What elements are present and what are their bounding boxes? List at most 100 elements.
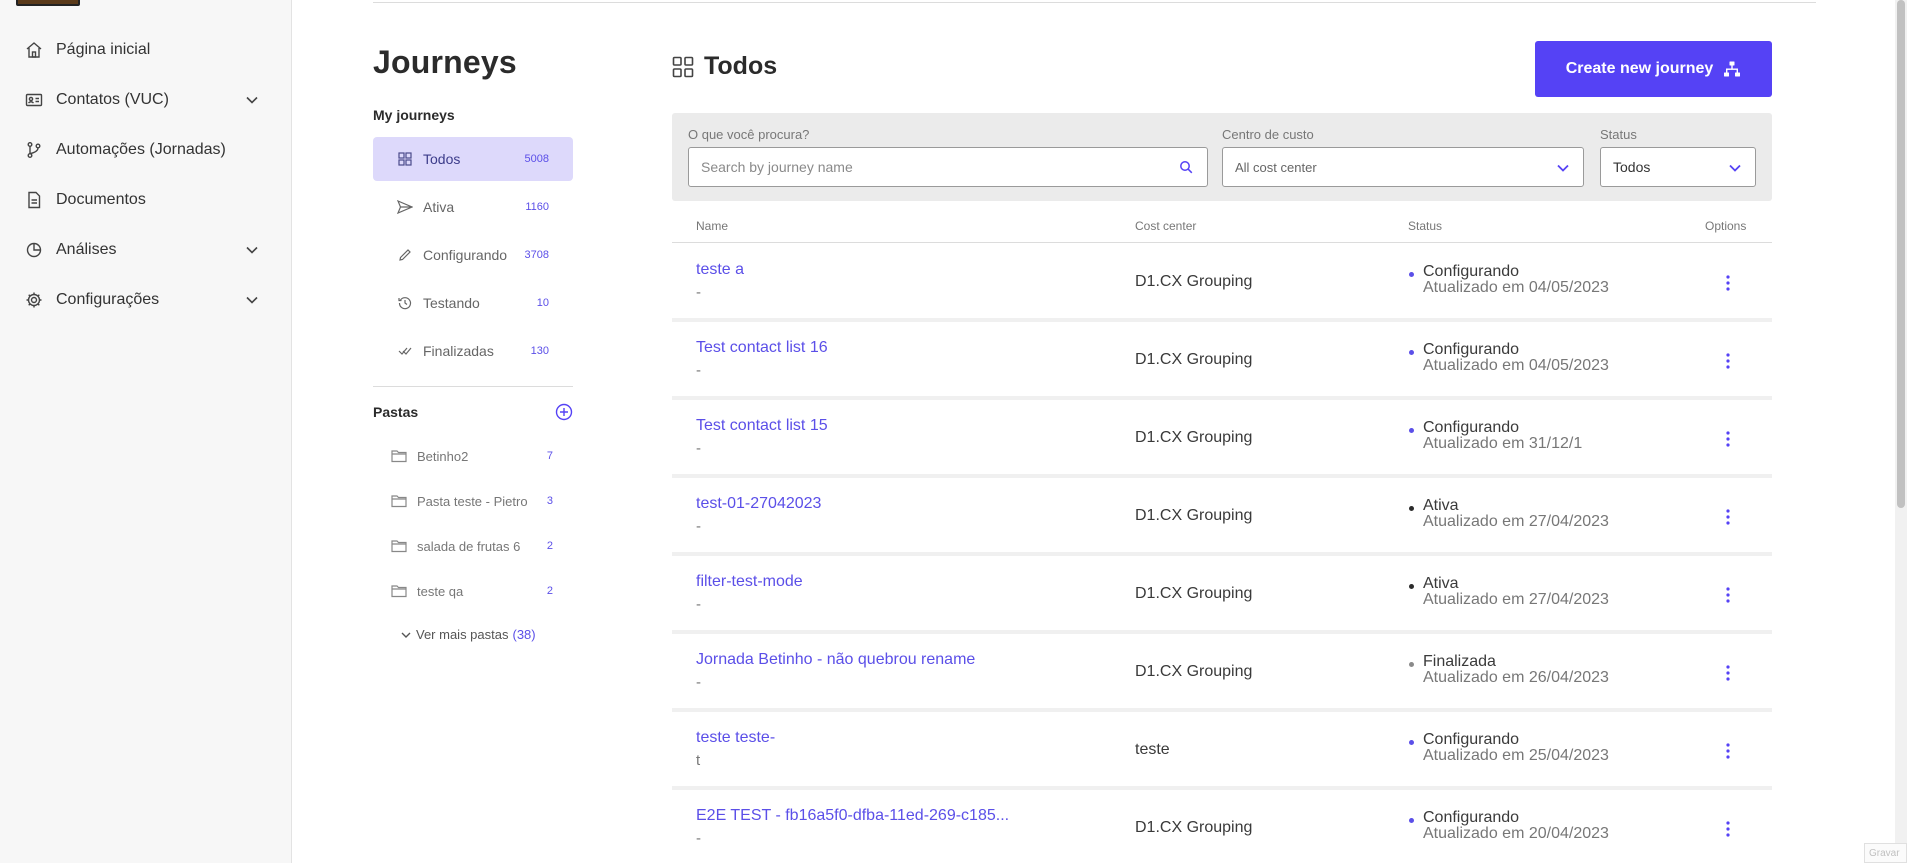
more-options-icon[interactable] <box>1716 269 1740 297</box>
table-row[interactable]: Jornada Betinho - não quebrou rename - D1.… <box>672 634 1772 712</box>
journey-filter-ativa[interactable]: Ativa 1160 <box>373 185 573 229</box>
journey-name-link[interactable]: teste teste- <box>696 729 775 747</box>
journey-filter-count: 5008 <box>524 153 549 165</box>
journey-name-link[interactable]: test-01-27042023 <box>696 495 821 513</box>
sidebar-item-documents[interactable]: Documentos <box>0 180 292 220</box>
column-header-status[interactable]: Status <box>1408 219 1442 233</box>
pie-chart-icon <box>24 240 44 260</box>
journey-name-link[interactable]: E2E TEST - fb16a5f0-dfba-11ed-269-c185..… <box>696 807 1009 825</box>
more-options-icon[interactable] <box>1716 815 1740 843</box>
folder-item[interactable]: Pasta teste - Pietro 3 <box>373 481 573 521</box>
journey-subtitle: t <box>696 752 701 769</box>
sidebar-item-settings[interactable]: Configurações <box>0 280 292 320</box>
create-journey-button[interactable]: Create new journey <box>1535 41 1772 97</box>
record-tag[interactable]: Gravar <box>1864 843 1907 863</box>
document-icon <box>24 190 44 210</box>
sidebar-item-contacts[interactable]: Contatos (VUC) <box>0 80 292 120</box>
see-more-count: (38) <box>512 627 536 642</box>
journey-filter-label: Testando <box>423 295 480 311</box>
create-journey-label: Create new journey <box>1565 60 1714 77</box>
cost-center-label: Centro de custo <box>1222 127 1314 142</box>
brand-logo[interactable] <box>16 0 80 6</box>
journey-name-link[interactable]: teste a <box>696 261 744 279</box>
page-title: Journeys <box>373 44 517 80</box>
sidebar-item-label: Configurações <box>56 291 160 308</box>
journey-cost-center: D1.CX Grouping <box>1135 819 1253 836</box>
journey-filter-todos[interactable]: Todos 5008 <box>373 137 573 181</box>
grid-icon <box>397 151 413 167</box>
table-row[interactable]: teste a - D1.CX Grouping Configurando Atuali… <box>672 244 1772 322</box>
journey-subtitle: - <box>696 518 701 535</box>
search-icon[interactable] <box>1179 160 1195 176</box>
chevron-down-icon[interactable] <box>244 92 260 108</box>
status-label: Status <box>1600 127 1637 142</box>
vertical-scrollbar[interactable] <box>1895 0 1907 863</box>
table-row[interactable]: test-01-27042023- D1.CX Grouping Ativa Atua… <box>672 478 1772 556</box>
gear-icon <box>24 290 44 310</box>
more-options-icon[interactable] <box>1716 659 1740 687</box>
chevron-down-icon <box>400 629 412 641</box>
sidebar-item-home[interactable]: Página inicial <box>0 30 292 70</box>
journey-name-link[interactable]: Test contact list 16 <box>696 339 828 357</box>
journey-filter-label: Todos <box>423 151 461 167</box>
sidebar-item-analytics[interactable]: Análises <box>0 230 292 270</box>
folder-label: salada de frutas 6 <box>417 538 521 554</box>
folder-icon <box>391 583 407 599</box>
journey-name-link[interactable]: Test contact list 15 <box>696 417 828 435</box>
journey-cost-center: D1.CX Grouping <box>1135 273 1253 290</box>
journey-subtitle: - <box>696 596 701 613</box>
journey-filter-count: 3708 <box>524 249 549 261</box>
table-row[interactable]: E2E TEST - fb16a5f0-dfba-11ed-269-c185..… <box>672 790 1772 863</box>
journey-updated: Atualizado em 27/04/2023 <box>1423 513 1609 530</box>
search-field[interactable] <box>688 147 1208 187</box>
folder-item[interactable]: teste qa 2 <box>373 571 573 611</box>
journey-subtitle: - <box>696 674 701 691</box>
more-options-icon[interactable] <box>1716 581 1740 609</box>
add-folder-icon[interactable] <box>555 403 573 421</box>
chevron-down-icon[interactable] <box>244 292 260 308</box>
table-row[interactable]: filter-test-mode - D1.CX Grouping Ativa Atua… <box>672 556 1772 634</box>
journey-cost-center: D1.CX Grouping <box>1135 351 1253 368</box>
status-select[interactable]: Todos <box>1600 147 1756 187</box>
journey-filter-testando[interactable]: Testando 10 <box>373 281 573 325</box>
folder-icon <box>391 538 407 554</box>
table-row[interactable]: Test contact list 15- D1.CX Grouping Confi… <box>672 400 1772 478</box>
more-options-icon[interactable] <box>1716 737 1740 765</box>
cost-center-select[interactable]: All cost center <box>1222 147 1584 187</box>
filter-bar: O que você procura? Centro de custo All … <box>672 113 1772 201</box>
sidebar-item-label: Documentos <box>56 191 146 208</box>
status-dot <box>1409 272 1414 277</box>
journey-updated: Atualizado em 25/04/2023 <box>1423 747 1609 764</box>
journey-cost-center: D1.CX Grouping <box>1135 507 1253 524</box>
sidebar-item-automations[interactable]: Automações (Jornadas) <box>0 130 292 170</box>
journey-filter-configurando[interactable]: Configurando 3708 <box>373 233 573 277</box>
chevron-down-icon <box>1555 160 1571 176</box>
journey-cost-center: D1.CX Grouping <box>1135 585 1253 602</box>
search-label: O que você procura? <box>688 127 810 142</box>
folder-item[interactable]: Betinho2 7 <box>373 436 573 476</box>
journey-name-link[interactable]: filter-test-mode <box>696 573 803 591</box>
chevron-down-icon[interactable] <box>244 242 260 258</box>
more-options-icon[interactable] <box>1716 347 1740 375</box>
more-options-icon[interactable] <box>1716 503 1740 531</box>
column-header-cost-center[interactable]: Cost center <box>1135 219 1196 233</box>
main-title: Todos <box>672 52 777 81</box>
search-input[interactable] <box>701 159 1157 175</box>
table-row[interactable]: teste teste-t teste Configurando Atualizado… <box>672 712 1772 790</box>
cost-center-value: All cost center <box>1235 159 1317 175</box>
column-header-name[interactable]: Name <box>696 219 728 233</box>
folder-item[interactable]: salada de frutas 6 2 <box>373 526 573 566</box>
see-more-folders-link[interactable]: Ver mais pastas (38) <box>400 627 536 642</box>
folder-count: 2 <box>546 540 553 552</box>
table-row[interactable]: Test contact list 16- D1.CX Grouping Confi… <box>672 322 1772 400</box>
scrollbar-thumb[interactable] <box>1897 0 1905 508</box>
more-options-icon[interactable] <box>1716 425 1740 453</box>
status-dot <box>1409 818 1414 823</box>
journey-filter-count: 10 <box>536 297 549 309</box>
journey-name-link[interactable]: Jornada Betinho - não quebrou rename <box>696 651 975 669</box>
status-dot <box>1409 350 1414 355</box>
folder-label: Betinho2 <box>417 448 469 464</box>
journey-filter-finalizadas[interactable]: Finalizadas 130 <box>373 329 573 373</box>
journey-filter-label: Configurando <box>423 247 508 263</box>
double-check-icon <box>397 343 413 359</box>
